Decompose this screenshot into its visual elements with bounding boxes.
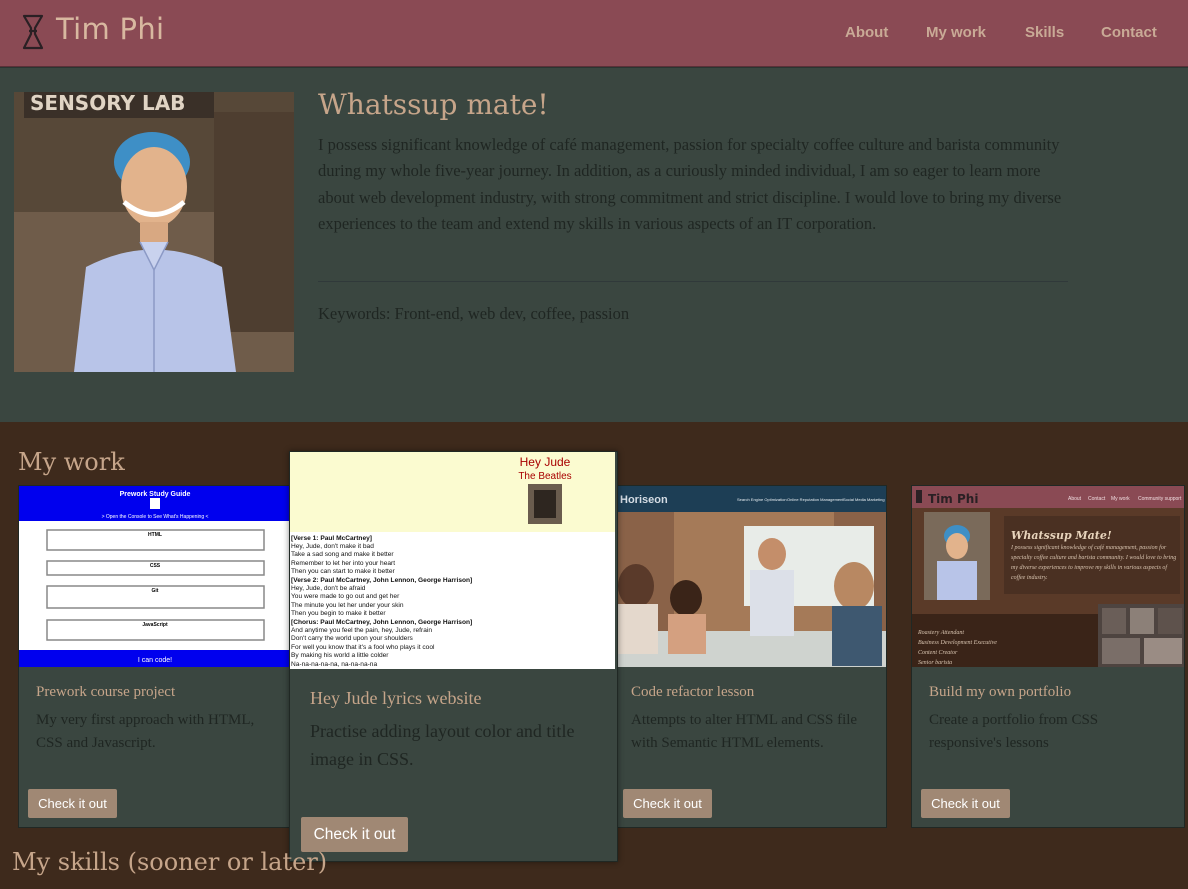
project-description: Practise adding layout color and title i… bbox=[310, 721, 575, 769]
thumb-section-label: Git bbox=[152, 588, 159, 594]
svg-text:[Chorus: Paul McCartney, John: [Chorus: Paul McCartney, John Lennon, Ge… bbox=[291, 619, 472, 626]
thumb-heading: Whatssup Mate! bbox=[1011, 529, 1112, 542]
thumb-subheading: > Open the Console to See What's Happeni… bbox=[102, 514, 209, 520]
nav-about[interactable]: About bbox=[845, 24, 888, 41]
thumb-list-item: Senior barista bbox=[918, 660, 952, 666]
svg-text:Na-na-na-na-na, na-na-na-na: Na-na-na-na-na, na-na-na-na bbox=[291, 661, 377, 668]
brand-name[interactable]: Tim Phi bbox=[56, 12, 164, 46]
thumb-section-label: JavaScript bbox=[142, 622, 168, 628]
thumb-nav-item: My work bbox=[1111, 496, 1130, 502]
thumb-list-item: Content Creator bbox=[918, 650, 958, 656]
project-description: My very first approach with HTML, CSS an… bbox=[36, 712, 255, 751]
project-title: Prework course project bbox=[36, 684, 176, 700]
svg-text:By making his world a little c: By making his world a little colder bbox=[291, 652, 389, 659]
svg-text:Take a sad song and make it be: Take a sad song and make it better bbox=[291, 551, 394, 558]
svg-text:Remember to let her into your: Remember to let her into your heart bbox=[291, 560, 395, 567]
work-section-title: My work bbox=[18, 448, 125, 476]
svg-text:Then you begin to make it bett: Then you begin to make it better bbox=[291, 610, 386, 617]
svg-text:The minute you let her under y: The minute you let her under your skin bbox=[291, 602, 404, 609]
svg-text:Then you can start to make it: Then you can start to make it better bbox=[291, 568, 396, 575]
thumb-nav-item: Social Media Marketing bbox=[843, 497, 885, 502]
thumb-section-label: CSS bbox=[150, 563, 161, 569]
project-description: Attempts to alter HTML and CSS file with… bbox=[631, 712, 858, 751]
thumb-list-item: Roastery Attendant bbox=[917, 630, 964, 636]
svg-text:And anytime you feel the pain,: And anytime you feel the pain, hey, Jude… bbox=[291, 627, 432, 634]
check-it-out-button[interactable]: Check it out bbox=[623, 789, 712, 818]
thumb-nav-item: Community support bbox=[1138, 496, 1182, 502]
nav-contact[interactable]: Contact bbox=[1101, 24, 1157, 41]
nav-my-work[interactable]: My work bbox=[926, 24, 986, 41]
about-section: SENSORY LAB Whatssup mate! I possess sig… bbox=[0, 67, 1188, 422]
check-it-out-button[interactable]: Check it out bbox=[28, 789, 117, 818]
project-card-hey-jude: Hey Jude The Beatles [Verse 1: Paul McCa… bbox=[289, 451, 618, 862]
thumb-artist: The Beatles bbox=[518, 471, 571, 482]
project-title: Code refactor lesson bbox=[631, 684, 755, 700]
project-card-code-refactor: Horiseon Search Engine Optimization Onli… bbox=[613, 485, 887, 828]
thumb-list-item: Business Development Executive bbox=[918, 640, 997, 646]
top-navbar: Tim Phi About My work Skills Contact bbox=[0, 0, 1188, 67]
coffee-chemex-icon bbox=[22, 14, 44, 50]
project-card-portfolio: Tim Phi About Contact My work Community … bbox=[911, 485, 1185, 828]
photo-sign-text: SENSORY LAB bbox=[30, 92, 185, 115]
thumb-lyrics: [Verse 1: Paul McCartney] Hey, Jude, don… bbox=[291, 535, 472, 668]
thumb-nav-item: Search Engine Optimization bbox=[737, 497, 787, 502]
about-bio: I possess significant knowledge of café … bbox=[318, 135, 1062, 233]
project-thumbnail-prework[interactable]: Prework Study Guide > Open the Console t… bbox=[19, 486, 291, 667]
svg-text:Hey, Jude, don't be afraid: Hey, Jude, don't be afraid bbox=[291, 585, 366, 592]
project-card-prework: Prework Study Guide > Open the Console t… bbox=[18, 485, 292, 828]
thumb-brand: Horiseon bbox=[620, 494, 668, 506]
skills-section-title: My skills (sooner or later) bbox=[12, 848, 328, 876]
nav-skills[interactable]: Skills bbox=[1025, 24, 1064, 41]
svg-text:[Verse 2: Paul McCartney, John: [Verse 2: Paul McCartney, John Lennon, G… bbox=[291, 577, 472, 584]
about-keywords: Keywords: Front-end, web dev, coffee, pa… bbox=[318, 304, 630, 323]
svg-text:You were made to go out and ge: You were made to go out and get her bbox=[291, 593, 400, 600]
thumb-sections: HTML CSS Git JavaScript bbox=[46, 529, 265, 641]
about-heading: Whatssup mate! bbox=[318, 88, 549, 121]
project-thumbnail-hey-jude[interactable]: Hey Jude The Beatles [Verse 1: Paul McCa… bbox=[290, 452, 615, 669]
project-title: Hey Jude lyrics website bbox=[310, 688, 482, 708]
thumb-brand: Tim Phi bbox=[928, 492, 978, 506]
thumb-heading: Prework Study Guide bbox=[120, 491, 191, 498]
thumb-nav-item: Online Reputation Management bbox=[787, 497, 844, 502]
thumb-song-title: Hey Jude bbox=[520, 455, 571, 469]
thumb-footer: I can code! bbox=[138, 657, 172, 664]
project-title: Build my own portfolio bbox=[929, 684, 1072, 700]
project-thumbnail-portfolio[interactable]: Tim Phi About Contact My work Community … bbox=[912, 486, 1184, 667]
project-thumbnail-code-refactor[interactable]: Horiseon Search Engine Optimization Onli… bbox=[614, 486, 886, 667]
svg-text:Hey, Jude, don't make it bad: Hey, Jude, don't make it bad bbox=[291, 543, 374, 550]
profile-photo: SENSORY LAB bbox=[14, 92, 294, 372]
check-it-out-button[interactable]: Check it out bbox=[921, 789, 1010, 818]
about-divider bbox=[318, 281, 1068, 282]
check-it-out-button[interactable]: Check it out bbox=[301, 817, 408, 852]
svg-text:[Verse 1: Paul McCartney]: [Verse 1: Paul McCartney] bbox=[291, 535, 372, 542]
thumb-section-label: HTML bbox=[148, 532, 162, 538]
thumb-text: I possess significant knowledge of café … bbox=[1011, 545, 1177, 581]
svg-text:Don't carry the world upon you: Don't carry the world upon your shoulder… bbox=[291, 635, 414, 642]
project-description: Create a portfolio from CSS responsive's… bbox=[929, 712, 1099, 751]
thumb-nav-item: Contact bbox=[1088, 496, 1106, 502]
svg-text:For well you know that it's a: For well you know that it's a fool who p… bbox=[291, 644, 435, 651]
thumb-nav-item: About bbox=[1068, 496, 1082, 502]
